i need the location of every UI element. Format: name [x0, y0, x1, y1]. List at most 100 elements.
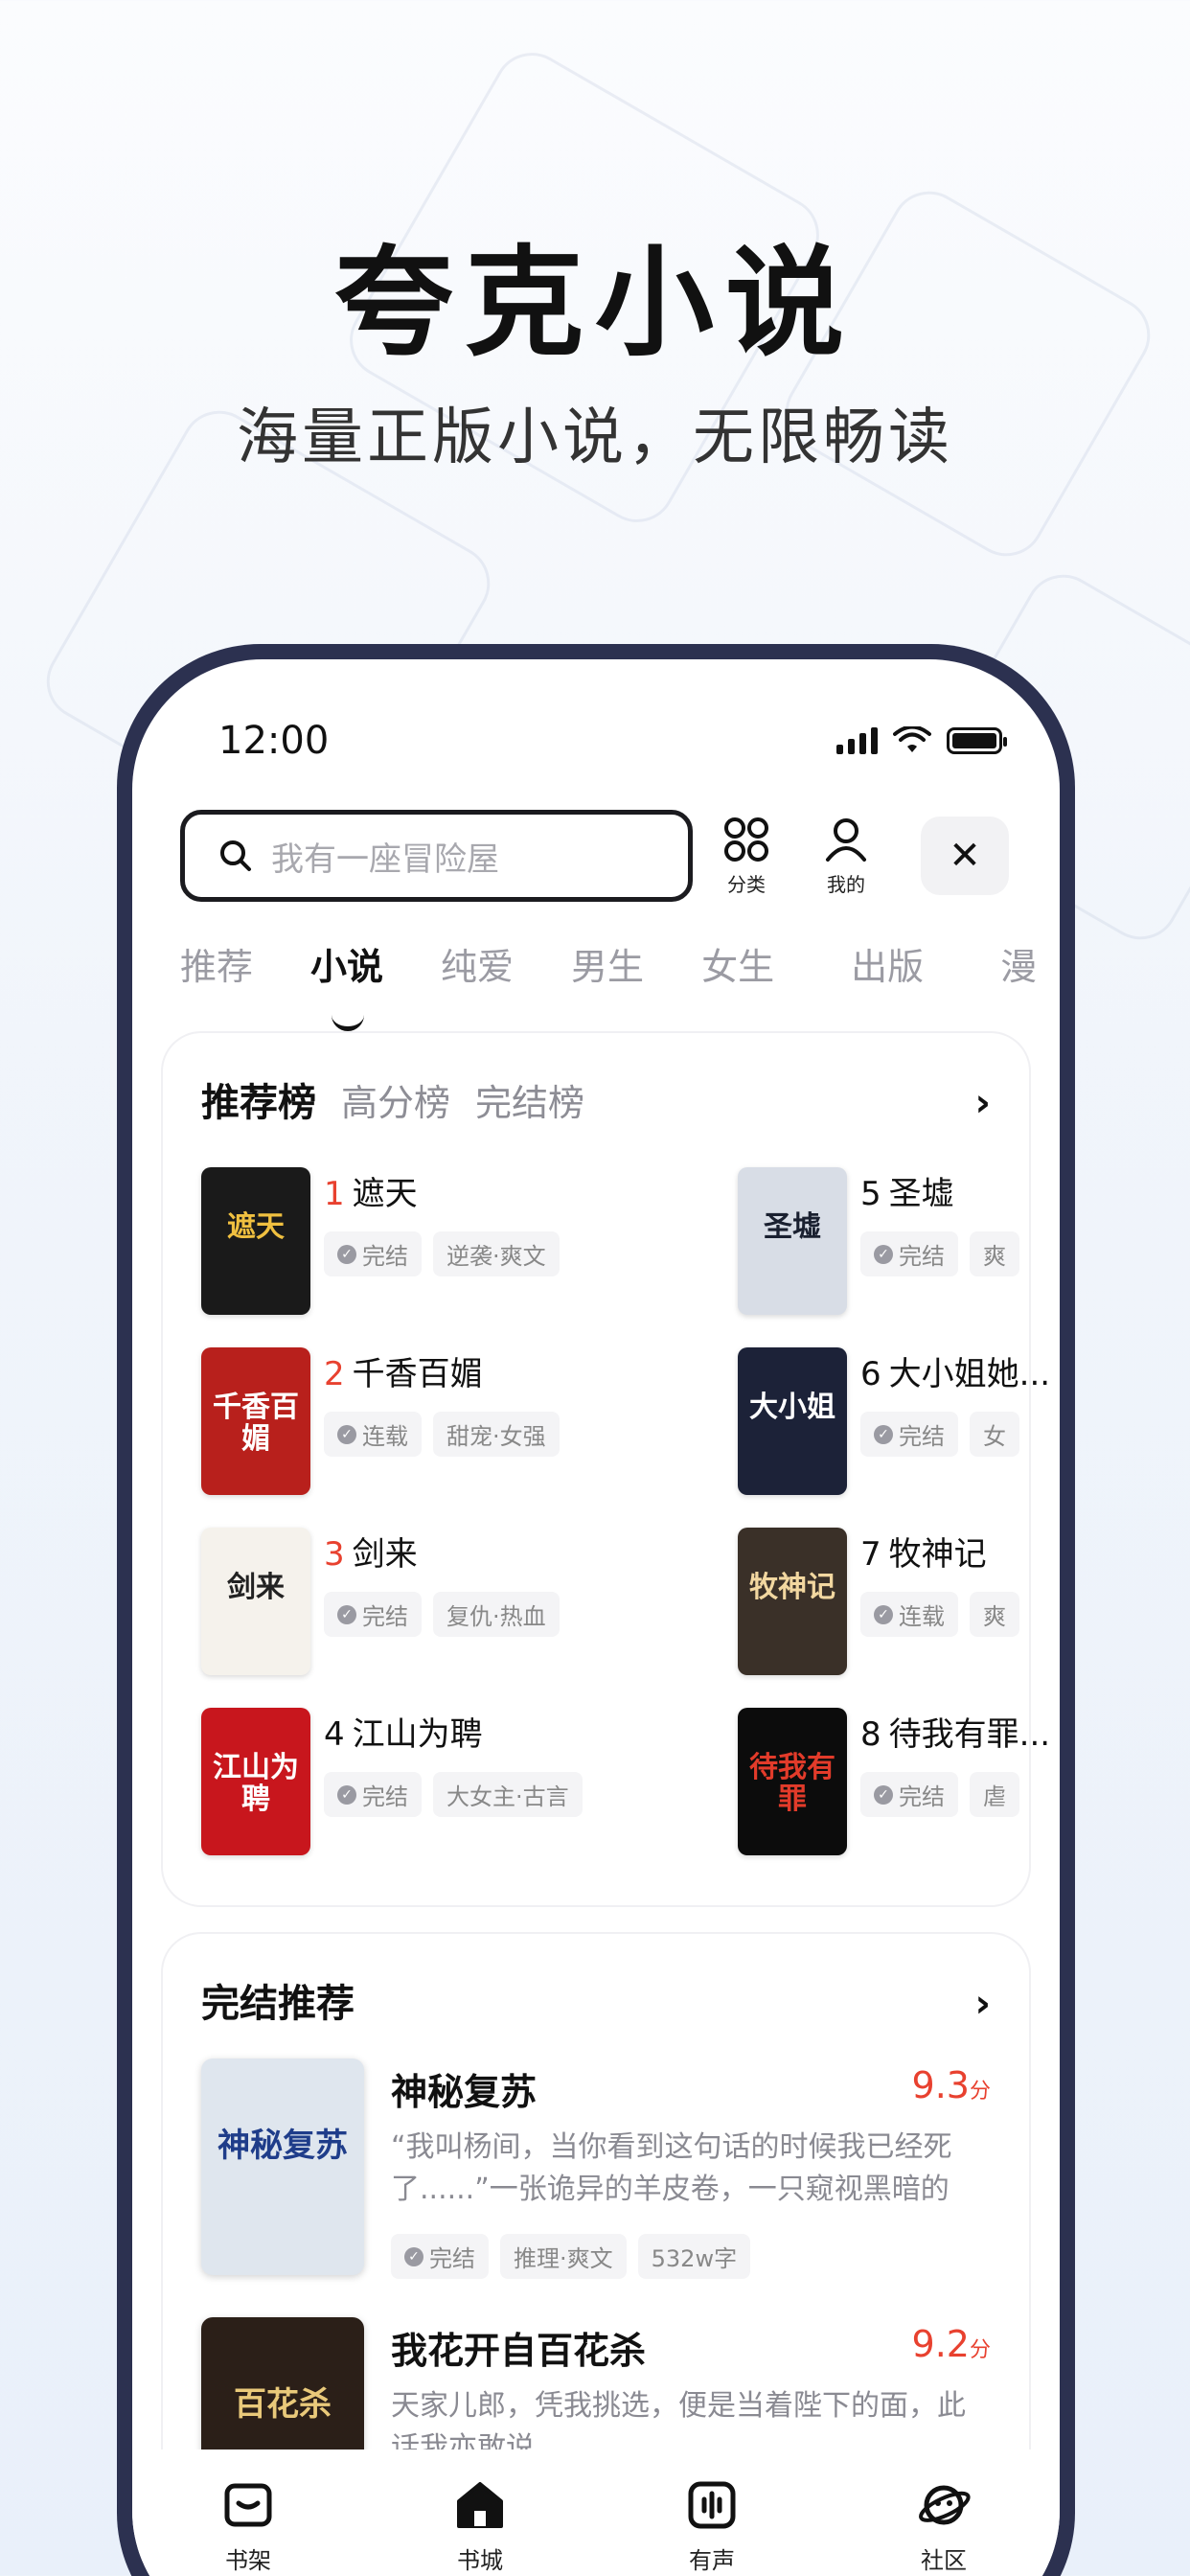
genre-tag: 大女主·古言	[433, 1772, 583, 1817]
rank-item[interactable]: 牧神记 7 牧神记 ✓ 连载爽	[738, 1528, 1060, 1681]
tag-row: ✓ 完结 复仇·热血	[324, 1592, 560, 1637]
rank-item[interactable]: 江山为聘 4 江山为聘 ✓ 完结 大女主·古言	[201, 1708, 738, 1861]
status-label: 完结	[362, 1243, 408, 1270]
rank-item[interactable]: 剑来 3 剑来 ✓ 完结 复仇·热血	[201, 1528, 738, 1681]
status-icons	[836, 726, 1007, 755]
status-label: 连载	[899, 1603, 945, 1630]
score-unit: 分	[969, 2080, 991, 2104]
rank-info: 3 剑来 ✓ 完结 复仇·热血	[324, 1528, 560, 1681]
tab-comic[interactable]: 漫	[1000, 937, 1037, 1014]
rank-title: 6 大小姐她...	[860, 1347, 1050, 1394]
category-tabs: 推荐 小说 纯爱 男生 女生 出版 漫	[180, 937, 1060, 1031]
battery-icon	[947, 727, 1007, 754]
book-cover: 神秘复苏	[201, 2058, 364, 2275]
mine-button[interactable]: 我的	[800, 816, 892, 897]
cover-title: 牧神记	[749, 1571, 835, 1605]
rank-card-header: 推荐榜 高分榜 完结榜 ›	[201, 1071, 991, 1127]
book-cover: 江山为聘	[201, 1708, 310, 1855]
rank-info: 7 牧神记 ✓ 连载爽	[860, 1528, 1019, 1681]
hero-title: 夸克小说	[333, 235, 856, 373]
tag-row: ✓ 完结虐	[860, 1772, 1050, 1817]
cover-title: 遮天	[227, 1210, 285, 1245]
signal-icon	[836, 727, 878, 754]
cover-title: 百花杀	[234, 2385, 332, 2425]
rank-title: 8 待我有罪...	[860, 1708, 1050, 1755]
tab-publish[interactable]: 出版	[851, 937, 924, 1014]
rank-item[interactable]: 大小姐 6 大小姐她... ✓ 完结女	[738, 1347, 1060, 1501]
genre-tag: 复仇·热血	[433, 1592, 560, 1637]
cover-title: 江山为聘	[213, 1751, 299, 1817]
tag-row: ✓ 完结女	[860, 1412, 1050, 1457]
rank-number: 2	[324, 1355, 345, 1393]
tab-recommend[interactable]: 推荐	[180, 937, 253, 1014]
book-title: 遮天	[352, 1175, 418, 1213]
tab-novel[interactable]: 小说	[310, 937, 383, 1031]
status-label: 完结	[899, 1423, 945, 1450]
genre-tag: 爽	[970, 1592, 1019, 1637]
status-tag: ✓ 完结	[860, 1231, 958, 1276]
status-label: 连载	[362, 1423, 408, 1450]
rank-number: 7	[860, 1535, 881, 1574]
nav-bookstore[interactable]: 书城	[403, 2478, 557, 2576]
rank-info: 4 江山为聘 ✓ 完结 大女主·古言	[324, 1708, 583, 1861]
cover-title: 圣墟	[764, 1210, 821, 1245]
tab-female[interactable]: 女生	[701, 937, 774, 1014]
check-icon: ✓	[874, 1244, 893, 1264]
tab-finished-rank[interactable]: 完结榜	[475, 1073, 584, 1126]
rank-number: 6	[860, 1355, 881, 1393]
status-tag: ✓ 完结	[391, 2234, 489, 2279]
tab-bl[interactable]: 纯爱	[441, 937, 514, 1014]
cover-title: 神秘复苏	[217, 2127, 348, 2166]
status-tag: ✓ 完结	[860, 1412, 958, 1457]
cover-title: 千香百媚	[213, 1391, 299, 1457]
genre-tag: 爽	[970, 1231, 1019, 1276]
status-label: 完结	[899, 1243, 945, 1270]
search-input[interactable]: 我有一座冒险屋	[180, 810, 693, 902]
category-icon	[724, 816, 768, 862]
book-title: 千香百媚	[352, 1355, 483, 1393]
status-label: 完结	[429, 2245, 475, 2272]
score-value: 9.2	[911, 2323, 970, 2365]
check-icon: ✓	[874, 1604, 893, 1624]
status-label: 完结	[899, 1783, 945, 1810]
info-tag: 推理·爽文	[500, 2234, 627, 2279]
cover-title: 待我有罪	[749, 1751, 835, 1817]
tab-high-score-rank[interactable]: 高分榜	[341, 1073, 450, 1126]
genre-tag: 虐	[970, 1772, 1019, 1817]
status-time: 12:00	[218, 719, 330, 763]
tag-row: ✓ 完结 大女主·古言	[324, 1772, 583, 1817]
tag-row: ✓ 完结 逆袭·爽文	[324, 1231, 560, 1276]
rank-item[interactable]: 千香百媚 2 千香百媚 ✓ 连载 甜宠·女强	[201, 1347, 738, 1501]
book-score: 9.2分	[912, 2323, 991, 2365]
nav-bookshelf[interactable]: 书架	[172, 2478, 325, 2576]
chevron-right-icon[interactable]: ›	[975, 1982, 991, 2026]
tab-recommend-rank[interactable]: 推荐榜	[201, 1071, 316, 1127]
search-placeholder: 我有一座冒险屋	[271, 840, 499, 879]
book-cover: 遮天	[201, 1167, 310, 1315]
nav-label: 有声	[689, 2547, 735, 2574]
book-title: 江山为聘	[352, 1715, 483, 1754]
finish-item[interactable]: 神秘复苏 神秘复苏 9.3分 “我叫杨间，当你看到这句话的时候我已经死了......”…	[201, 2058, 991, 2279]
rank-info: 2 千香百媚 ✓ 连载 甜宠·女强	[324, 1347, 560, 1501]
rank-item[interactable]: 遮天 1 遮天 ✓ 完结 逆袭·爽文	[201, 1167, 738, 1321]
rank-number: 4	[324, 1715, 345, 1754]
audio-icon	[688, 2481, 736, 2529]
tag-row: ✓ 完结 推理·爽文 532w字	[391, 2234, 991, 2279]
rank-item[interactable]: 待我有罪 8 待我有罪... ✓ 完结虐	[738, 1708, 1060, 1861]
check-icon: ✓	[337, 1424, 356, 1444]
chevron-right-icon[interactable]: ›	[975, 1081, 991, 1125]
close-button[interactable]: ✕	[921, 816, 1009, 895]
tab-male[interactable]: 男生	[571, 937, 644, 1014]
status-bar: 12:00	[218, 717, 1007, 765]
cover-title: 大小姐	[749, 1391, 835, 1425]
nav-audio[interactable]: 有声	[635, 2478, 789, 2576]
check-icon: ✓	[404, 2246, 423, 2266]
category-button[interactable]: 分类	[700, 816, 792, 897]
nav-community[interactable]: 社区	[867, 2478, 1020, 2576]
genre-tag: 女	[970, 1412, 1019, 1457]
close-icon: ✕	[949, 834, 981, 878]
check-icon: ✓	[874, 1784, 893, 1805]
rank-title: 2 千香百媚	[324, 1347, 560, 1394]
check-icon: ✓	[337, 1604, 356, 1624]
rank-item[interactable]: 圣墟 5 圣墟 ✓ 完结爽	[738, 1167, 1060, 1321]
